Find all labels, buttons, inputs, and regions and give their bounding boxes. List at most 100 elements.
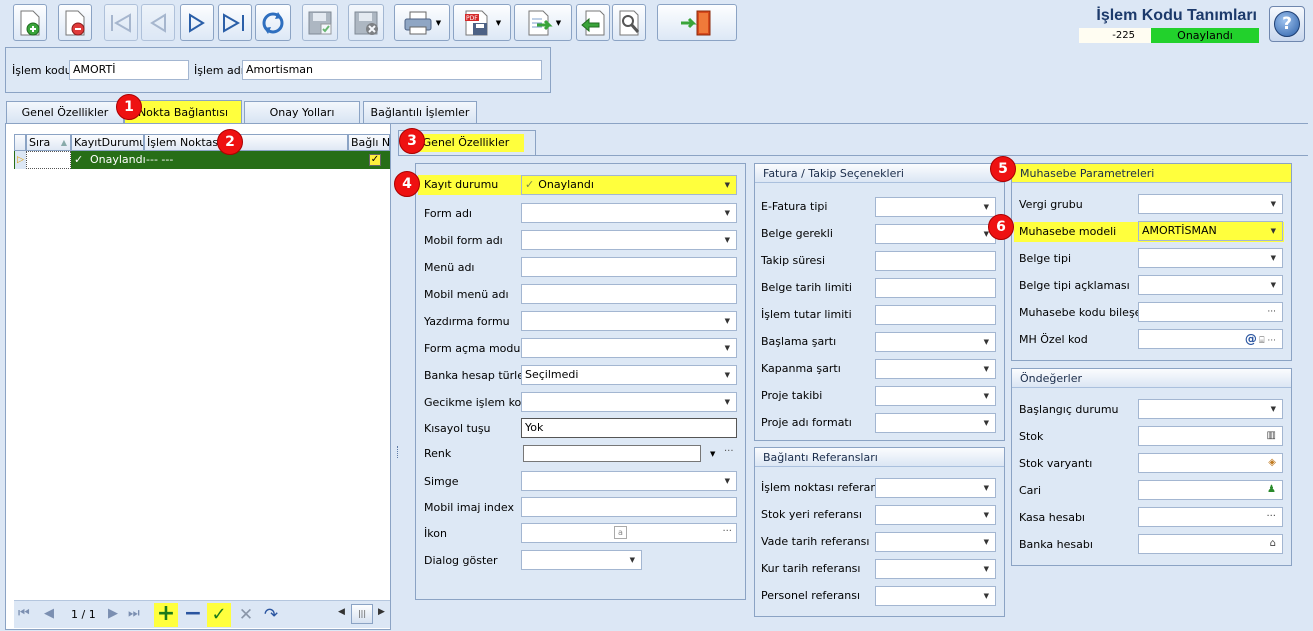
chevron-down-icon: ▼: [629, 556, 635, 564]
kayit-durumu-select[interactable]: ✓ Onaylandı ▼: [521, 175, 737, 195]
people-icon[interactable]: ♟: [1267, 481, 1276, 499]
belge-tipi-acklamasi-select[interactable]: ▼: [1138, 275, 1283, 295]
scroll-right-icon[interactable]: ▶: [378, 607, 385, 617]
import-button[interactable]: ▼: [514, 4, 572, 41]
form-acma-modu-select[interactable]: ▼: [521, 338, 737, 358]
menu-adi-input[interactable]: [521, 257, 737, 277]
muhasebe-modeli-select[interactable]: AMORTİSMAN ▼: [1138, 221, 1283, 241]
tab-approval-paths[interactable]: Onay Yolları: [244, 101, 360, 123]
panel-splitter[interactable]: [397, 446, 400, 458]
next-record-button[interactable]: [180, 4, 214, 41]
chevron-down-icon[interactable]: ▼: [1271, 276, 1276, 294]
refresh-button[interactable]: [255, 4, 291, 41]
back-button[interactable]: [576, 4, 610, 41]
column-header-bagli[interactable]: Bağlı Nok: [348, 134, 390, 151]
refresh-grid-icon[interactable]: ↷: [260, 603, 282, 627]
table-row[interactable]: ▷ ✓ Onaylandı --- --- ✓: [14, 151, 390, 169]
cell-sira[interactable]: [26, 151, 71, 169]
cell-bagli-checkbox[interactable]: ✓: [369, 154, 381, 166]
nav-previous-icon[interactable]: ◀: [44, 606, 54, 621]
vergi-grubu-select[interactable]: ▼: [1138, 194, 1283, 214]
ellipsis-icon[interactable]: ···: [1266, 508, 1276, 526]
kapanma-sarti-select[interactable]: ▼: [875, 359, 996, 379]
chevron-down-icon[interactable]: ▼: [1271, 400, 1276, 418]
bank-icon[interactable]: ⌂: [1270, 535, 1276, 553]
takip-suresi-input[interactable]: [875, 251, 996, 271]
first-record-button[interactable]: [104, 4, 138, 41]
belge-gerekli-select[interactable]: ▼: [875, 224, 996, 244]
vade-tarih-referansi-select[interactable]: ▼: [875, 532, 996, 552]
confirm-edit-icon[interactable]: ✓: [207, 603, 231, 627]
last-record-button[interactable]: [218, 4, 252, 41]
save-close-button[interactable]: [348, 4, 384, 41]
cancel-edit-icon[interactable]: ✕: [236, 603, 256, 627]
belge-tipi-select[interactable]: ▼: [1138, 248, 1283, 268]
e-fatura-tipi-select[interactable]: ▼: [875, 197, 996, 217]
mobil-imaj-index-input[interactable]: [521, 497, 737, 517]
ikon-picker[interactable]: a ···: [521, 523, 737, 543]
previous-record-button[interactable]: [141, 4, 175, 41]
help-button[interactable]: ?: [1269, 6, 1305, 42]
ellipsis-icon[interactable]: ···: [722, 524, 732, 541]
column-header-sira[interactable]: Sıra ▲: [26, 134, 71, 151]
code-input[interactable]: AMORTİ: [69, 60, 189, 80]
name-input[interactable]: Amortisman: [242, 60, 542, 80]
pdf-export-button[interactable]: PDF ▼: [453, 4, 511, 41]
banka-hesabi-picker[interactable]: ⌂: [1138, 534, 1283, 554]
cell-nokta[interactable]: --- ---: [146, 151, 173, 169]
save-button[interactable]: [302, 4, 338, 41]
islem-noktasi-referansi-select[interactable]: ▼: [875, 478, 996, 498]
new-button[interactable]: [13, 4, 47, 41]
ellipsis-icon[interactable]: ···: [724, 445, 734, 461]
tag-icon[interactable]: ◈: [1268, 454, 1276, 472]
horizontal-scrollbar-thumb[interactable]: |||: [351, 604, 373, 624]
exit-button[interactable]: [657, 4, 737, 41]
chevron-down-icon[interactable]: ▼: [1271, 222, 1276, 240]
barcode-icon[interactable]: ▥: [1267, 427, 1276, 445]
form-adi-select[interactable]: ▼: [521, 203, 737, 223]
simge-select[interactable]: ▼: [521, 471, 737, 491]
gecikme-islem-kodu-select[interactable]: ▼: [521, 392, 737, 412]
ellipsis-icon[interactable]: ···: [1267, 303, 1276, 321]
special-code-icons[interactable]: @ ⌸ ···: [1245, 330, 1276, 348]
proje-takibi-select[interactable]: ▼: [875, 386, 996, 406]
yazdirma-formu-select[interactable]: ▼: [521, 311, 737, 331]
personel-referansi-select[interactable]: ▼: [875, 586, 996, 606]
cell-durum[interactable]: Onaylandı: [90, 151, 146, 169]
mobil-menu-adi-input[interactable]: [521, 284, 737, 304]
stok-varyanti-picker[interactable]: ◈: [1138, 453, 1283, 473]
tab-general[interactable]: Genel Özellikler: [6, 101, 124, 123]
kur-tarih-referansi-select[interactable]: ▼: [875, 559, 996, 579]
nav-next-icon[interactable]: ▶: [108, 606, 118, 621]
tab-linked-operations[interactable]: Bağlantılı İşlemler: [363, 101, 477, 123]
cari-picker[interactable]: ♟: [1138, 480, 1283, 500]
chevron-down-icon[interactable]: ▼: [1271, 195, 1276, 213]
dialog-goster-select[interactable]: ▼: [521, 550, 642, 570]
scroll-left-icon[interactable]: ◀: [338, 607, 345, 617]
column-header-nokta[interactable]: İşlem Noktası: [144, 134, 348, 151]
nav-last-icon[interactable]: ⏭: [128, 606, 140, 621]
print-button[interactable]: ▼: [394, 4, 450, 41]
kisayol-tusu-input[interactable]: Yok: [521, 418, 737, 438]
add-record-icon[interactable]: +: [154, 603, 178, 627]
stok-yeri-referansi-select[interactable]: ▼: [875, 505, 996, 525]
proje-adi-formati-select[interactable]: ▼: [875, 413, 996, 433]
baslama-sarti-select[interactable]: ▼: [875, 332, 996, 352]
muhasebe-kodu-bileseni-select[interactable]: ···: [1138, 302, 1283, 322]
color-swatch[interactable]: [523, 445, 701, 462]
kasa-hesabi-picker[interactable]: ···: [1138, 507, 1283, 527]
chevron-down-icon[interactable]: ▼: [1271, 249, 1276, 267]
column-header-durum[interactable]: KayıtDurumu: [71, 134, 144, 151]
stok-picker[interactable]: ▥: [1138, 426, 1283, 446]
delete-button[interactable]: [58, 4, 92, 41]
islem-tutar-limiti-input[interactable]: [875, 305, 996, 325]
belge-tarih-limiti-input[interactable]: [875, 278, 996, 298]
mh-ozel-kod-select[interactable]: @ ⌸ ···: [1138, 329, 1283, 349]
nav-first-icon[interactable]: ⏮: [18, 606, 30, 621]
mobil-form-adi-select[interactable]: ▼: [521, 230, 737, 250]
tools-button[interactable]: [612, 4, 646, 41]
baslangic-durumu-picker[interactable]: ▼: [1138, 399, 1283, 419]
renk-color-picker[interactable]: ▼ ···: [521, 445, 737, 465]
banka-hesap-turleri-select[interactable]: Seçilmedi ▼: [521, 365, 737, 385]
remove-record-icon[interactable]: −: [182, 603, 204, 627]
